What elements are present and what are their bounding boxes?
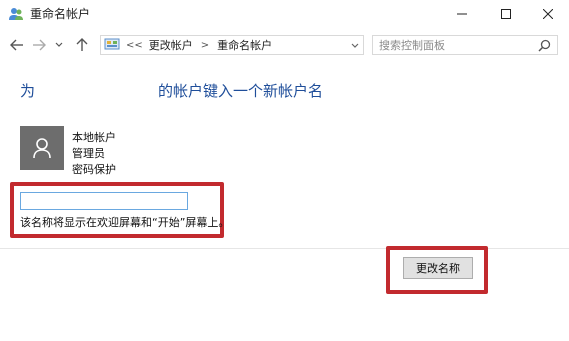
arrow-left-icon [10,39,23,51]
breadcrumb-separator[interactable]: > [201,40,209,51]
account-type: 本地帐户 [72,131,116,144]
heading-prefix: 为 [20,82,36,100]
account-password-status: 密码保护 [72,163,116,176]
account-info: 本地帐户 管理员 密码保护 [72,130,116,178]
maximize-icon [501,9,511,19]
breadcrumb-overflow[interactable]: << [126,40,143,51]
chevron-down-icon [351,43,359,48]
close-icon [543,9,553,19]
rename-button[interactable]: 更改名称 [403,257,473,279]
user-icon [33,138,51,159]
title-bar: 重命名帐户 [0,0,569,28]
address-dropdown-button[interactable] [351,38,359,54]
forward-button[interactable] [30,36,48,54]
recent-locations-button[interactable] [52,36,66,54]
arrow-right-icon [33,39,46,51]
account-role: 管理员 [72,147,105,160]
breadcrumb-item-rename-account[interactable]: 重命名帐户 [217,37,272,53]
minimize-icon [457,13,467,15]
window-title: 重命名帐户 [30,7,91,21]
maximize-button[interactable] [484,0,528,28]
avatar [20,126,64,170]
back-button[interactable] [8,36,26,54]
close-button[interactable] [526,0,569,28]
control-panel-icon [104,38,120,50]
heading-suffix: 的帐户键入一个新帐户名 [158,82,324,100]
users-icon [9,8,23,20]
new-account-name-input[interactable] [20,192,188,210]
address-bar[interactable]: << 更改帐户 > 重命名帐户 [100,35,364,55]
navigation-bar: << 更改帐户 > 重命名帐户 [0,30,569,60]
breadcrumb-item-change-account[interactable]: 更改帐户 [149,37,193,53]
rename-account-window: 重命名帐户 << 更改帐户 > 重命名帐户 搜索控制面板 为 的帐户键入一个新帐… [0,0,569,341]
search-box[interactable] [372,35,558,55]
search-input[interactable] [379,38,529,52]
up-button[interactable] [72,36,92,54]
search-icon [538,39,551,52]
minimize-button[interactable] [440,0,484,28]
arrow-up-icon [76,38,88,51]
name-hint: 该名称将显示在欢迎屏幕和“开始”屏幕上。 [20,216,230,229]
chevron-down-icon [55,42,63,47]
